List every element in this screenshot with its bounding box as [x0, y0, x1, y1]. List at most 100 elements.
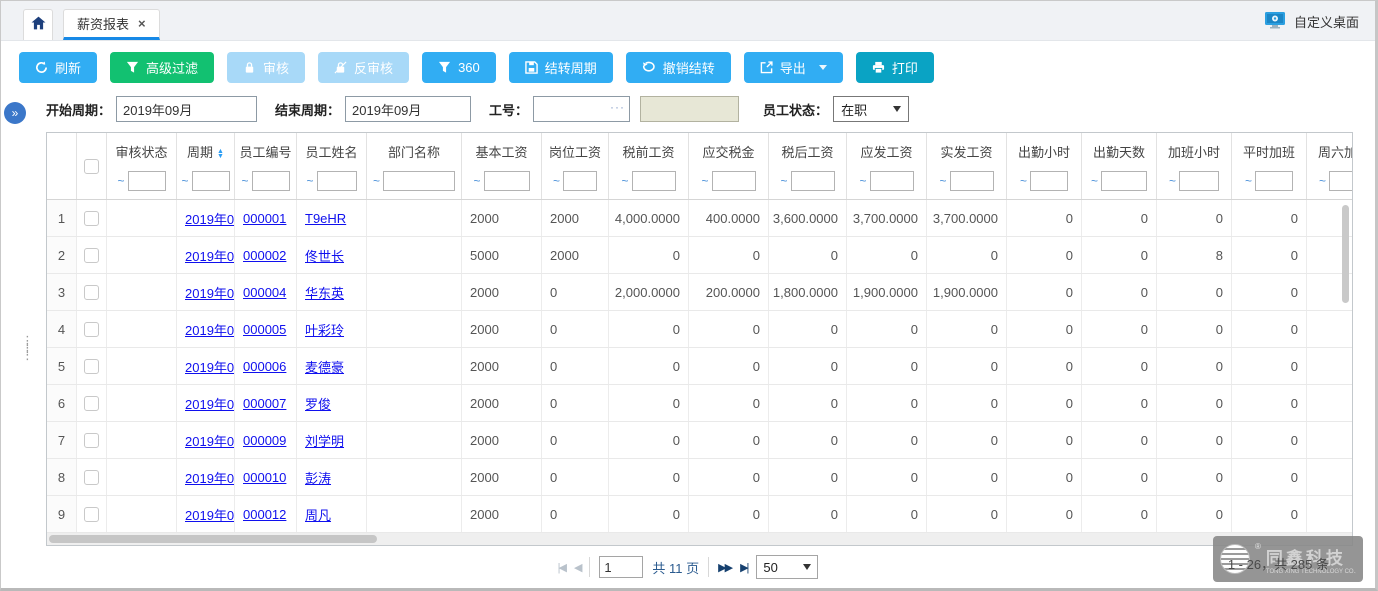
filter-input-emp_id[interactable]: [252, 171, 290, 191]
tab-payroll-report[interactable]: 薪资报表 ×: [63, 9, 160, 40]
filter-input-payable[interactable]: [870, 171, 914, 191]
select-all-checkbox[interactable]: [84, 159, 99, 174]
collapse-panel-button[interactable]: »: [4, 102, 26, 124]
row-checkbox[interactable]: [84, 470, 99, 485]
emp_id-link[interactable]: 000002: [243, 248, 286, 263]
emp_id-link[interactable]: 000007: [243, 396, 286, 411]
column-label-posttax: 税后工资: [769, 133, 846, 163]
filter-360-button[interactable]: 360: [422, 52, 496, 83]
filter-input-post[interactable]: [563, 171, 597, 191]
emp-no-lookup-icon[interactable]: ···: [610, 100, 625, 114]
row-checkbox[interactable]: [84, 322, 99, 337]
undo-carryover-button[interactable]: 撤销结转: [626, 52, 731, 83]
unaudit-button[interactable]: 反审核: [318, 52, 409, 83]
period-link[interactable]: 2019年09月: [185, 357, 235, 376]
print-button[interactable]: 打印: [856, 52, 934, 83]
emp_name-link[interactable]: 华东英: [305, 283, 344, 302]
filter-input-actual[interactable]: [950, 171, 994, 191]
customize-desktop-button[interactable]: 自定义桌面: [1264, 11, 1359, 32]
start-period-input[interactable]: [116, 96, 257, 122]
carryover-period-button[interactable]: 结转周期: [509, 52, 613, 83]
tab-close-icon[interactable]: ×: [138, 16, 146, 31]
emp_name-link[interactable]: 彭涛: [305, 468, 331, 487]
cell-num: 5: [47, 348, 77, 384]
end-period-input[interactable]: [345, 96, 471, 122]
horizontal-scrollbar[interactable]: [47, 533, 1352, 545]
row-checkbox[interactable]: [84, 396, 99, 411]
row-checkbox[interactable]: [84, 359, 99, 374]
period-link[interactable]: 2019年09月: [185, 320, 235, 339]
table-row[interactable]: 92019年09月000012周凡20000000000000: [47, 496, 1353, 533]
filter-input-pretax[interactable]: [632, 171, 676, 191]
emp-status-select[interactable]: 在职: [833, 96, 909, 122]
next-page-icon[interactable]: ▶▶: [718, 561, 731, 574]
advanced-filter-button[interactable]: 高级过滤: [110, 52, 214, 83]
emp_id-link[interactable]: 000010: [243, 470, 286, 485]
filter-input-emp_name[interactable]: [317, 171, 357, 191]
page-size-select[interactable]: 50: [756, 555, 818, 579]
period-link[interactable]: 2019年09月: [185, 394, 235, 413]
filter-input-audit_status[interactable]: [128, 171, 166, 191]
filter-input-base[interactable]: [484, 171, 530, 191]
emp_id-link[interactable]: 000005: [243, 322, 286, 337]
emp_id-link[interactable]: 000009: [243, 433, 286, 448]
row-checkbox[interactable]: [84, 507, 99, 522]
cell-audit_status: [107, 459, 177, 495]
refresh-button[interactable]: 刷新: [19, 52, 97, 83]
table-row[interactable]: 32019年09月000004华东英200002,000.0000200.000…: [47, 274, 1353, 311]
period-link[interactable]: 2019年09月: [185, 505, 235, 524]
cell-att_hours: 0: [1007, 274, 1082, 310]
period-link[interactable]: 2019年09月: [185, 209, 235, 228]
table-row[interactable]: 52019年09月000006麦德豪20000000000000: [47, 348, 1353, 385]
cell-att_days: 0: [1082, 385, 1157, 421]
filter-input-att_hours[interactable]: [1030, 171, 1068, 191]
row-checkbox[interactable]: [84, 248, 99, 263]
period-link[interactable]: 2019年09月: [185, 246, 235, 265]
emp_name-link[interactable]: 刘学明: [305, 431, 344, 450]
cell-period: 2019年09月: [177, 311, 235, 347]
emp_name-link[interactable]: 麦德豪: [305, 357, 344, 376]
vertical-scrollbar-thumb[interactable]: [1342, 205, 1349, 303]
filter-input-weekday_ot[interactable]: [1255, 171, 1293, 191]
filter-input-att_days[interactable]: [1101, 171, 1147, 191]
emp_name-link[interactable]: 叶彩玲: [305, 320, 344, 339]
page-number-input[interactable]: [599, 556, 643, 578]
filter-input-ot_hours[interactable]: [1179, 171, 1219, 191]
row-checkbox[interactable]: [84, 433, 99, 448]
filter-input-period[interactable]: [192, 171, 230, 191]
emp_id-link[interactable]: 000006: [243, 359, 286, 374]
filter-input-sat_ot[interactable]: [1329, 171, 1353, 191]
sort-icon[interactable]: ▲▼: [217, 149, 224, 161]
period-link[interactable]: 2019年09月: [185, 283, 235, 302]
emp_name-link[interactable]: 罗俊: [305, 394, 331, 413]
row-checkbox[interactable]: [84, 285, 99, 300]
table-row[interactable]: 12019年09月000001T9eHR200020004,000.000040…: [47, 200, 1353, 237]
emp_id-link[interactable]: 000001: [243, 211, 286, 226]
horizontal-scrollbar-thumb[interactable]: [49, 535, 377, 543]
export-button[interactable]: 导出: [744, 52, 843, 83]
emp_name-link[interactable]: 周凡: [305, 505, 331, 524]
period-link[interactable]: 2019年09月: [185, 431, 235, 450]
export-dropdown-caret-icon[interactable]: [819, 65, 827, 70]
row-checkbox[interactable]: [84, 211, 99, 226]
period-link[interactable]: 2019年09月: [185, 468, 235, 487]
table-row[interactable]: 42019年09月000005叶彩玲20000000000000: [47, 311, 1353, 348]
emp_name-link[interactable]: T9eHR: [305, 211, 346, 226]
tab-home[interactable]: [23, 9, 53, 40]
first-page-icon[interactable]: |◀: [558, 561, 565, 574]
prev-page-icon[interactable]: ◀: [574, 561, 580, 574]
table-row[interactable]: 62019年09月000007罗俊20000000000000: [47, 385, 1353, 422]
emp_id-link[interactable]: 000004: [243, 285, 286, 300]
filter-input-dept[interactable]: [383, 171, 455, 191]
splitter-handle[interactable]: ⋮⋮⋮: [21, 337, 34, 358]
last-page-icon[interactable]: ▶|: [740, 561, 747, 574]
filter-tilde: ~: [939, 174, 946, 188]
table-row[interactable]: 22019年09月000002佟世长50002000000000080: [47, 237, 1353, 274]
filter-input-posttax[interactable]: [791, 171, 835, 191]
emp_id-link[interactable]: 000012: [243, 507, 286, 522]
audit-button[interactable]: 审核: [227, 52, 305, 83]
table-row[interactable]: 72019年09月000009刘学明20000000000000: [47, 422, 1353, 459]
emp_name-link[interactable]: 佟世长: [305, 246, 344, 265]
filter-input-tax[interactable]: [712, 171, 756, 191]
table-row[interactable]: 82019年09月000010彭涛20000000000000: [47, 459, 1353, 496]
